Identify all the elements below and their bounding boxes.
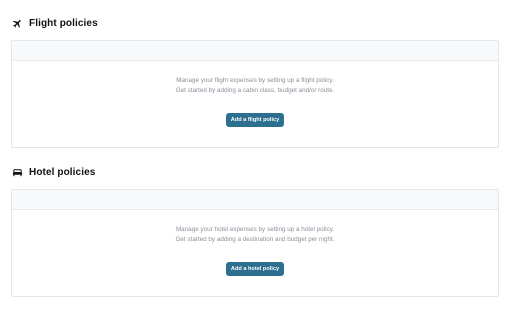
flight-description-line2: Get started by adding a cabin class, bud…	[175, 87, 335, 94]
hotel-policy-card: Manage your hotel expenses by setting up…	[11, 189, 499, 297]
flight-empty-state-text: Manage your flight expenses by setting u…	[176, 76, 335, 96]
flight-policies-header: Flight policies	[11, 15, 499, 31]
hotel-card-header-bar	[12, 190, 498, 210]
flight-card-body: Manage your flight expenses by setting u…	[12, 61, 498, 147]
hotel-description-line1: Manage your hotel expenses by setting up…	[175, 226, 335, 233]
hotel-policies-header: Hotel policies	[11, 164, 499, 180]
bed-icon	[11, 166, 23, 178]
add-hotel-policy-button[interactable]: Add a hotel policy	[225, 262, 285, 276]
hotel-policies-title: Hotel policies	[29, 166, 96, 178]
flight-policies-title: Flight policies	[29, 17, 98, 29]
hotel-policies-section: Hotel policies Manage your hotel expense…	[11, 164, 499, 297]
flight-card-header-bar	[12, 41, 498, 61]
hotel-empty-state-text: Manage your hotel expenses by setting up…	[176, 225, 335, 245]
airplane-icon	[11, 17, 23, 29]
hotel-card-body: Manage your hotel expenses by setting up…	[12, 210, 498, 296]
hotel-description-line2: Get started by adding a destination and …	[175, 236, 335, 243]
flight-policies-section: Flight policies Manage your flight expen…	[11, 15, 499, 148]
flight-policy-card: Manage your flight expenses by setting u…	[11, 40, 499, 148]
flight-description-line1: Manage your flight expenses by setting u…	[176, 77, 334, 84]
add-flight-policy-button[interactable]: Add a flight policy	[225, 113, 285, 127]
